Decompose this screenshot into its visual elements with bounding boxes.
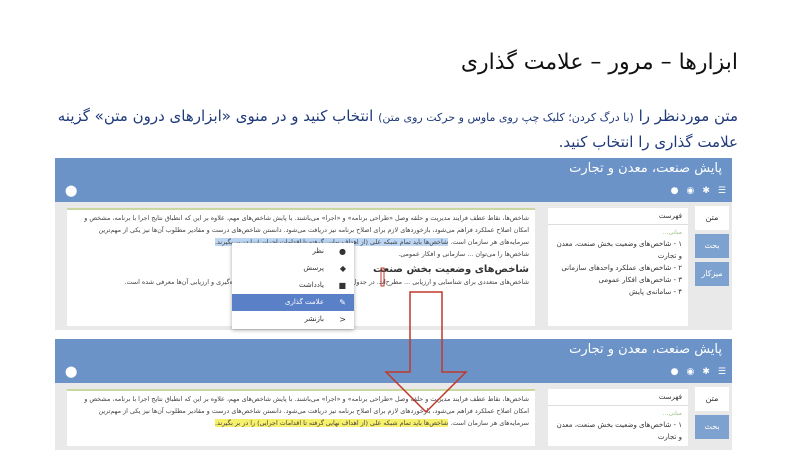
sidebar-item-discussion[interactable]: بحث [695, 234, 729, 258]
app-header: پایش صنعت، معدن و تجارت [55, 339, 732, 363]
sidebar-item-discussion[interactable]: بحث [695, 415, 729, 439]
share-icon: < [339, 315, 346, 324]
table-of-contents: فهرست مبانی... ۱ - شاخص‌های وضعیت بخش صن… [548, 389, 688, 446]
comment-icon: ● [339, 247, 346, 256]
menu-item-highlight[interactable]: ✎ علامت گذاری [232, 294, 354, 311]
toc-item[interactable]: ۱ - شاخص‌های وضعیت بخش صنعت، معدن و تجار… [554, 419, 682, 443]
sidebar: متن بحث [695, 387, 729, 443]
toc-header: فهرست [548, 389, 688, 406]
inline-tools-menu: ● نظر ◆ پرسش ■ یادداشت ✎ علامت گذاری < بازنشر [232, 243, 354, 329]
instruction-note: (با درگ کردن؛ کلیک چپ روی ماوس و حرکت رو… [378, 111, 634, 124]
menu-item-note[interactable]: ■ یادداشت [232, 277, 354, 294]
sidebar-item-text[interactable]: متن [695, 387, 729, 411]
menu-item-comment[interactable]: ● نظر [232, 243, 354, 260]
pencil-icon: ✎ [339, 298, 346, 307]
screenshot-after: پایش صنعت، معدن و تجارت ● ◉ ✱ ☰ ⬤ متن بح… [55, 339, 732, 450]
rss-icon[interactable]: ◉ [687, 186, 695, 196]
instruction-part-a: متن موردنظر را [633, 107, 738, 125]
app-header: پایش صنعت، معدن و تجارت [55, 158, 732, 182]
toc-item[interactable]: ۲ - شاخص‌های عملکرد واحدهای سازمانی [554, 262, 682, 274]
app-title: پایش صنعت، معدن و تجارت [569, 161, 722, 176]
paragraph: شاخص‌ها، نقاط عطف فرایند مدیریت و حلقه و… [84, 395, 529, 427]
settings-icon[interactable]: ✱ [702, 367, 710, 377]
comment-icon[interactable]: ● [671, 186, 679, 196]
toc-header: فهرست [548, 208, 688, 225]
comment-icon[interactable]: ● [671, 367, 679, 377]
note-icon: ■ [338, 281, 346, 290]
toc-subtitle: مبانی... [662, 410, 682, 417]
settings-icon[interactable]: ✱ [702, 186, 710, 196]
sidebar-item-desk[interactable]: میزکار [695, 262, 729, 286]
toc-item[interactable]: ۱ - شاخص‌های وضعیت بخش صنعت، معدن و تجار… [554, 238, 682, 262]
menu-icon[interactable]: ☰ [718, 367, 726, 377]
rss-icon[interactable]: ◉ [687, 367, 695, 377]
slide-title: ابزارها – مرور – علامت گذاری [460, 50, 738, 75]
instruction-text: متن موردنظر را (با درگ کردن؛ کلیک چپ روی… [48, 104, 738, 154]
menu-item-question[interactable]: ◆ پرسش [232, 260, 354, 277]
location-pin-icon[interactable]: ⬤ [65, 365, 77, 378]
app-title: پایش صنعت، معدن و تجارت [569, 342, 722, 357]
sidebar: متن بحث میزکار [695, 206, 729, 290]
toolbar: ● ◉ ✱ ☰ ⬤ [55, 363, 732, 383]
toc-subtitle: مبانی... [662, 229, 682, 236]
location-pin-icon[interactable]: ⬤ [65, 184, 77, 197]
highlighted-text[interactable]: شاخص‌ها باید تمام شبکه علی (از اهداف نها… [214, 419, 449, 427]
sidebar-item-text[interactable]: متن [695, 206, 729, 230]
table-of-contents: فهرست مبانی... ۱ - شاخص‌های وضعیت بخش صن… [548, 208, 688, 326]
content-pane: شاخص‌ها، نقاط عطف فرایند مدیریت و حلقه و… [67, 389, 535, 446]
toolbar: ● ◉ ✱ ☰ ⬤ [55, 182, 732, 202]
menu-item-share[interactable]: < بازنشر [232, 311, 354, 328]
question-icon: ◆ [339, 264, 346, 273]
toc-item[interactable]: ۳ - شاخص‌های افکار عمومی [554, 274, 683, 286]
screenshot-before: پایش صنعت، معدن و تجارت ● ◉ ✱ ☰ ⬤ متن بح… [55, 158, 732, 330]
menu-icon[interactable]: ☰ [718, 186, 726, 196]
toc-item[interactable]: ۴ - سامانه‌ی پایش [554, 286, 682, 298]
